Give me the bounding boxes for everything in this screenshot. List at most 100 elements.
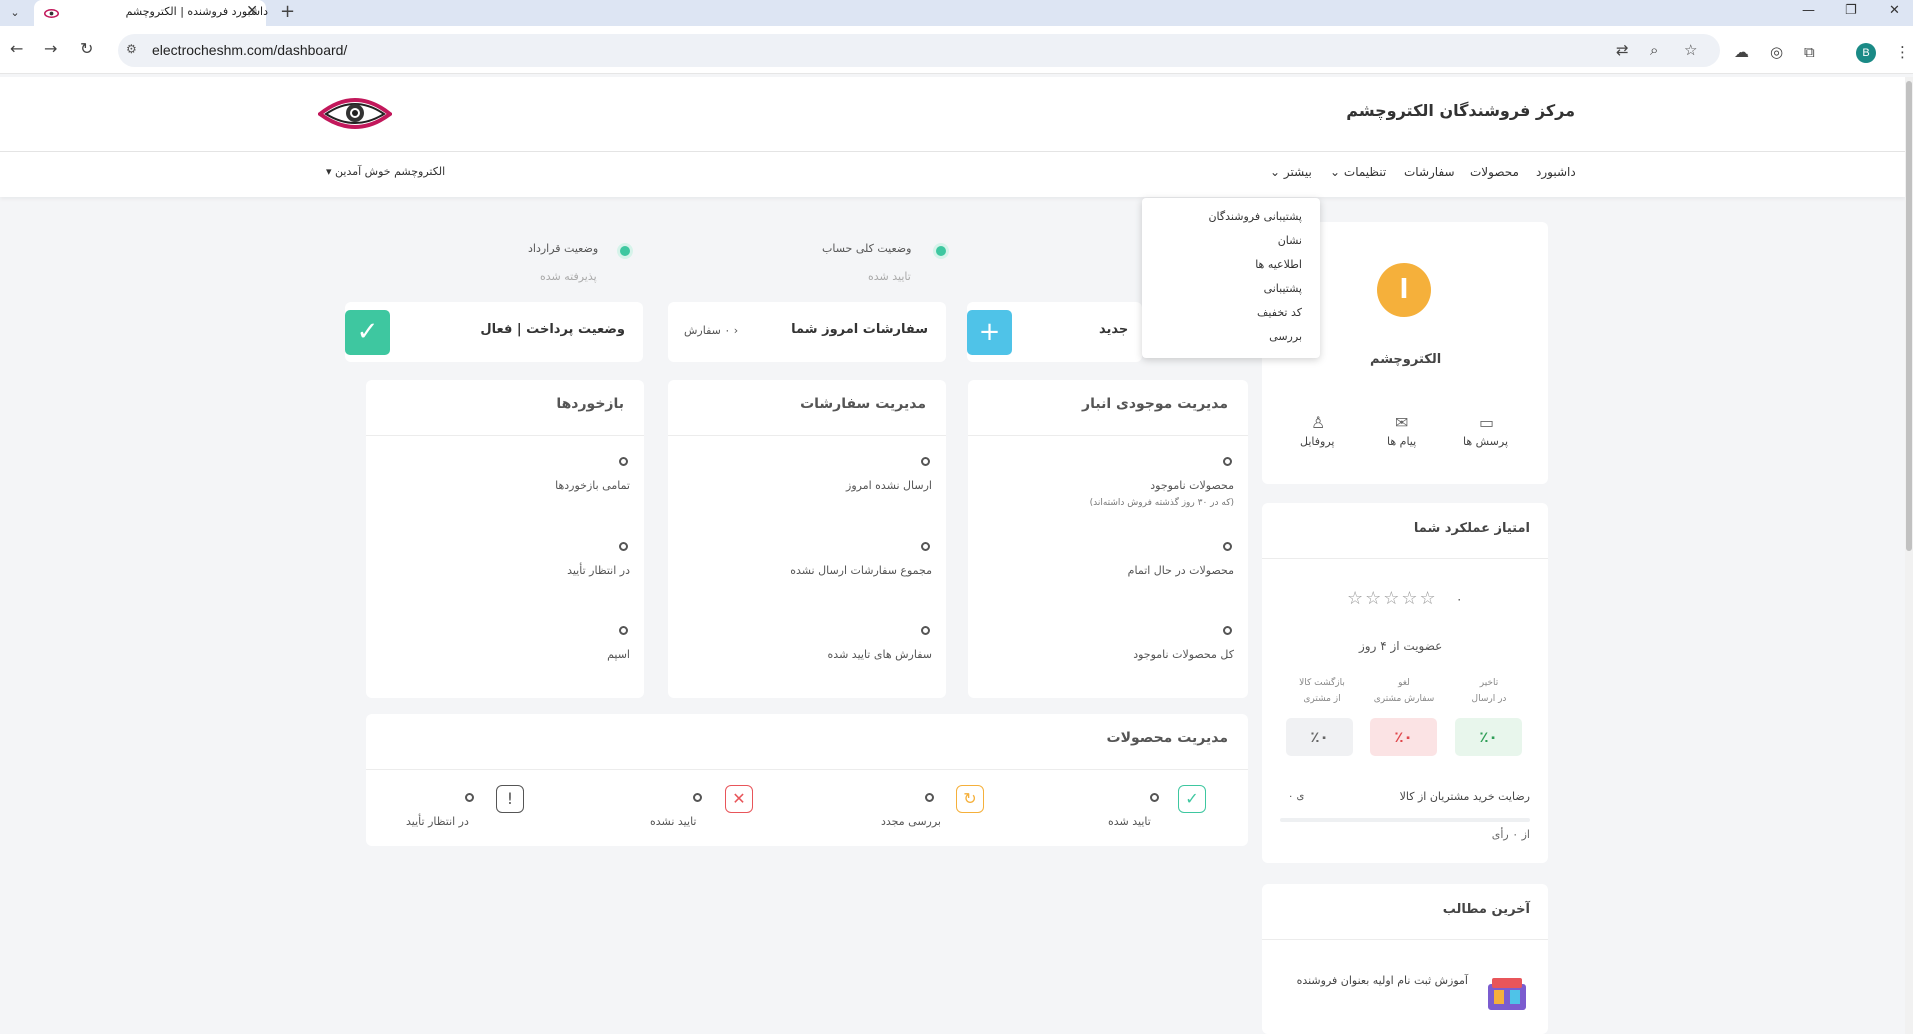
satisfaction-value: ی ۰: [1288, 791, 1305, 802]
recheck-products-link[interactable]: بررسی مجدد: [881, 815, 941, 828]
bookmark-star-icon[interactable]: ☆: [1684, 41, 1697, 59]
nav-orders[interactable]: سفارشات: [1404, 165, 1455, 179]
questions-chat-icon[interactable]: ▭: [1479, 413, 1494, 432]
nav-more[interactable]: بیشتر ⌄: [1270, 165, 1312, 179]
feedback-pending-link[interactable]: در انتظار تأیید: [567, 564, 630, 577]
orders-today-link[interactable]: ‹ ۰ سفارش: [684, 324, 738, 337]
membership-duration: عضویت از ۴ روز: [1359, 639, 1443, 653]
main-nav: داشبورد محصولات سفارشات تنظیمات ⌄ بیشتر …: [0, 152, 1905, 197]
restore-icon[interactable]: ❐: [1845, 3, 1857, 18]
zoom-icon[interactable]: ⌕: [1650, 41, 1658, 59]
contract-status-label: وضعیت قرارداد: [528, 242, 599, 255]
post-thumbnail-store-icon[interactable]: [1486, 976, 1528, 1012]
orders-panel-title: مدیریت سفارشات: [800, 396, 926, 412]
tab-close-icon[interactable]: ✕: [246, 3, 258, 19]
dropdown-item-coupons[interactable]: کد تخفیف: [1257, 306, 1302, 319]
latest-posts-card: آخرین مطالب آموزش ثبت نام اولیه بعنوان ف…: [1262, 884, 1548, 1034]
pending-products-link[interactable]: در انتظار تأیید: [406, 815, 469, 828]
dropdown-item-announcements[interactable]: اطلاعیه ها: [1255, 258, 1302, 271]
profile-user-icon[interactable]: ♙: [1311, 413, 1325, 432]
cloud-icon[interactable]: ☁: [1734, 43, 1749, 61]
back-icon[interactable]: ←: [10, 39, 23, 58]
recheck-dot: [925, 793, 934, 802]
product-management-panel: مدیریت محصولات ✓ تایید شده ↻ بررسی مجدد …: [366, 714, 1248, 846]
orders-approved-dot: [921, 626, 930, 635]
inventory-total-out-dot: [1223, 626, 1232, 635]
orders-approved-link[interactable]: سفارش های تایید شده: [828, 648, 932, 661]
chevron-down-icon: ⌄: [1330, 165, 1341, 179]
orders-unsent-total-link[interactable]: مجموع سفارشات ارسال نشده: [790, 564, 932, 577]
inventory-out-dot: [1223, 457, 1232, 466]
site-header: مرکز فروشندگان الکتروچشم: [0, 77, 1905, 152]
scrollbar-thumb[interactable]: [1906, 81, 1912, 551]
address-bar-row: ← → ↻ ⚙ electrocheshm.com/dashboard/ ⇄ ⌕…: [0, 26, 1913, 74]
messages-link[interactable]: پیام ها: [1387, 435, 1416, 448]
forward-icon[interactable]: →: [44, 39, 57, 58]
puzzle-icon[interactable]: ⧉: [1804, 43, 1815, 61]
site-settings-icon[interactable]: ⚙: [126, 42, 137, 56]
payment-status-title: وضعیت پرداخت | فعال: [480, 322, 625, 337]
site-title: مرکز فروشندگان الکتروچشم: [1346, 101, 1575, 120]
eye-logo[interactable]: [318, 92, 392, 134]
pending-dot: [465, 793, 474, 802]
url-field[interactable]: ⚙ electrocheshm.com/dashboard/ ⇄ ⌕ ☆: [118, 34, 1720, 67]
inventory-total-out-link[interactable]: کل محصولات ناموجود: [1133, 648, 1234, 661]
add-product-button[interactable]: +: [967, 310, 1012, 355]
questions-link[interactable]: پرسش ها: [1463, 435, 1508, 448]
performance-card: امتیاز عملکرد شما ☆☆☆☆☆ ۰ عضویت از ۴ روز…: [1262, 503, 1548, 863]
delay-header-line1: تاخیر: [1479, 678, 1499, 688]
dropdown-item-badges[interactable]: نشان: [1278, 234, 1302, 247]
pending-exclamation-icon: !: [496, 785, 524, 813]
orders-today-card[interactable]: سفارشات امروز شما ‹ ۰ سفارش: [668, 302, 946, 362]
latest-post-link[interactable]: آموزش ثبت نام اولیه بعنوان فروشنده: [1297, 974, 1468, 987]
minimize-icon[interactable]: —: [1802, 3, 1815, 18]
messages-envelope-icon[interactable]: ✉: [1395, 413, 1408, 432]
feedback-spam-link[interactable]: اسپم: [607, 648, 630, 661]
cancel-header-line2: سفارش مشتری: [1373, 694, 1435, 704]
orders-unsent-today-link[interactable]: ارسال نشده امروز: [846, 479, 932, 492]
divider: [1262, 558, 1548, 559]
contract-status-value: پذیرفته شده: [540, 270, 597, 283]
tab-search-icon[interactable]: ⌄: [6, 4, 24, 22]
inventory-low-dot: [1223, 542, 1232, 551]
inventory-low-link[interactable]: محصولات در حال اتمام: [1128, 564, 1234, 577]
recheck-refresh-icon: ↻: [956, 785, 984, 813]
profile-link[interactable]: پروفایل: [1300, 435, 1334, 448]
new-product-title: جدید: [1099, 322, 1129, 337]
reload-icon[interactable]: ↻: [80, 39, 93, 58]
account-status-label: وضعیت کلی حساب: [822, 242, 912, 255]
orders-unsent-total-dot: [921, 542, 930, 551]
vendor-avatar: ا: [1377, 263, 1431, 317]
browser-tab[interactable]: داشبورد فروشنده | الکتروچشم ✕: [34, 0, 268, 26]
nav-dashboard[interactable]: داشبورد: [1536, 165, 1576, 179]
inventory-panel-title: مدیریت موجودی انبار: [1082, 396, 1228, 412]
contract-status-dot: [617, 243, 633, 259]
browser-menu-icon[interactable]: ⋮: [1895, 43, 1910, 61]
dropdown-item-reviews[interactable]: بررسی: [1269, 330, 1302, 343]
delay-percent: ٪۰: [1455, 718, 1522, 756]
rejected-products-link[interactable]: تایید نشده: [650, 815, 696, 828]
payment-status-card: ✓ وضعیت پرداخت | فعال: [345, 302, 643, 362]
return-header-line2: از مشتری: [1303, 694, 1341, 704]
translate-icon[interactable]: ⇄: [1616, 41, 1629, 59]
new-tab-icon[interactable]: +: [280, 1, 295, 22]
dropdown-item-support[interactable]: پشتیبانی: [1264, 282, 1302, 295]
feedback-all-link[interactable]: تمامی بازخوردها: [555, 479, 630, 492]
approved-products-link[interactable]: تایید شده: [1108, 815, 1151, 828]
welcome-menu[interactable]: الکتروچشم خوش آمدین ▾: [326, 165, 445, 178]
inventory-out-link[interactable]: محصولات ناموجود: [1150, 479, 1234, 492]
dropdown-item-vendor-support[interactable]: پشتیبانی فروشندگان: [1208, 210, 1302, 223]
divider: [968, 435, 1248, 436]
more-dropdown: پشتیبانی فروشندگان نشان اطلاعیه ها پشتیب…: [1142, 198, 1320, 358]
cancel-header-line1: لغو: [1398, 678, 1410, 688]
extension-icon[interactable]: ◎: [1770, 43, 1783, 61]
profile-avatar[interactable]: B: [1856, 43, 1876, 63]
orders-panel: مدیریت سفارشات ارسال نشده امروز مجموع سف…: [668, 380, 946, 698]
nav-products[interactable]: محصولات: [1470, 165, 1519, 179]
window-close-icon[interactable]: ✕: [1889, 3, 1900, 18]
satisfaction-bar: [1280, 818, 1530, 822]
url-text[interactable]: electrocheshm.com/dashboard/: [152, 42, 347, 58]
nav-settings[interactable]: تنظیمات ⌄: [1330, 165, 1386, 179]
page-scrollbar[interactable]: [1905, 77, 1913, 1034]
feedback-panel: بازخوردها تمامی بازخوردها در انتظار تأیی…: [366, 380, 644, 698]
